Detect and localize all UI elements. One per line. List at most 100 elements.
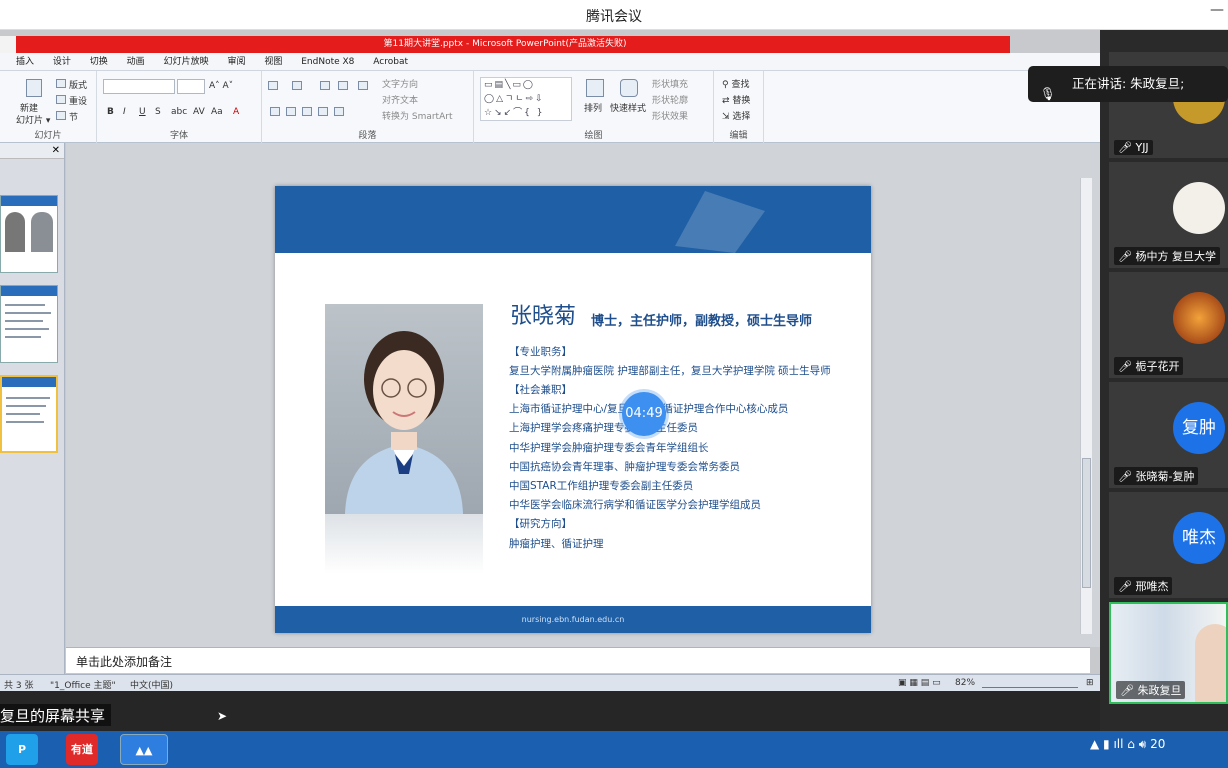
tab-view[interactable]: 视图 bbox=[264, 53, 282, 71]
align-left-icon[interactable] bbox=[270, 107, 280, 116]
bold-button[interactable]: B bbox=[107, 107, 114, 117]
zoom-slider[interactable] bbox=[982, 677, 1078, 688]
slide-line: 中华护理学会肿瘤护理专委会青年学组组长 bbox=[509, 442, 709, 454]
tab-acrobat[interactable]: Acrobat bbox=[373, 53, 408, 71]
share-bar bbox=[0, 691, 1100, 731]
participant-tile[interactable]: 复肿 🎤︎ 张晓菊-复肿 bbox=[1109, 382, 1228, 488]
watermark-logo-icon bbox=[675, 191, 765, 253]
smartart-button[interactable]: 转换为 SmartArt bbox=[382, 109, 452, 122]
shape-outline-button[interactable]: 形状轮廓 bbox=[652, 93, 688, 106]
bullets-icon[interactable] bbox=[268, 81, 278, 90]
new-slide-icon[interactable] bbox=[26, 79, 42, 97]
italic-button[interactable]: I bbox=[123, 107, 126, 117]
close-icon[interactable]: ✕ bbox=[52, 143, 60, 159]
tab-animations[interactable]: 动画 bbox=[127, 53, 145, 71]
new-slide-label: 幻灯片 ▾ bbox=[16, 116, 51, 126]
tab-insert[interactable]: 插入 bbox=[16, 53, 34, 71]
meeting-timer[interactable]: 04:49 bbox=[622, 392, 666, 436]
decrease-indent-icon[interactable] bbox=[320, 81, 330, 90]
fit-window-icon[interactable]: ⊞ bbox=[1086, 678, 1094, 688]
spacing-button[interactable]: AV bbox=[193, 107, 205, 117]
slide-line: 肿瘤护理、循证护理 bbox=[509, 538, 604, 550]
reset-button[interactable]: 重设 bbox=[69, 94, 87, 107]
align-text-button[interactable]: 对齐文本 bbox=[382, 93, 418, 106]
select-button[interactable]: ⇲ 选择 bbox=[722, 109, 750, 122]
vertical-scrollbar[interactable] bbox=[1080, 178, 1092, 634]
minimize-button[interactable]: — bbox=[1210, 2, 1224, 18]
mouse-cursor-icon: ➤ bbox=[217, 709, 228, 723]
tencent-meeting-icon[interactable]: ▲▲ bbox=[120, 734, 168, 765]
find-button[interactable]: ⚲ 查找 bbox=[722, 77, 749, 90]
slide-thumbnails-pane: ✕ bbox=[0, 143, 65, 674]
layout-button[interactable]: 版式 bbox=[69, 78, 87, 91]
shape-effects-button[interactable]: 形状效果 bbox=[652, 109, 688, 122]
slide-person-name: 张晓菊 bbox=[510, 304, 577, 329]
font-grow-button[interactable]: A˄ A˅ bbox=[209, 81, 233, 91]
participant-name: 🎤︎ 朱政复旦 bbox=[1116, 681, 1186, 699]
slide-line: 中国STAR工作组护理专委会副主任委员 bbox=[509, 480, 694, 492]
youdao-icon[interactable]: 有道 bbox=[66, 734, 98, 765]
increase-indent-icon[interactable] bbox=[338, 81, 348, 90]
participant-tile[interactable]: 🎤︎ 栀子花开 bbox=[1109, 272, 1228, 378]
notes-pane[interactable]: 单击此处添加备注 bbox=[66, 647, 1090, 673]
underline-button[interactable]: U bbox=[139, 107, 146, 117]
slide[interactable]: 张晓菊 博士，主任护师，副教授，硕士生导师 【专业职务】 复旦大学附属肿瘤医院 … bbox=[275, 186, 871, 633]
shapes-gallery[interactable]: ▭▤╲▭◯ ◯△ㄱㄴ⇨⇩ ☆↘↙⌒{ } bbox=[480, 77, 572, 121]
slide-line: 【专业职务】 bbox=[509, 346, 572, 358]
tab-endnote[interactable]: EndNote X8 bbox=[301, 53, 354, 71]
app-p-icon[interactable]: P bbox=[6, 734, 38, 765]
numbering-icon[interactable] bbox=[292, 81, 302, 90]
view-buttons[interactable]: ▣ ▦ ▤ ▭ bbox=[898, 678, 941, 688]
slide-thumbnail-2[interactable] bbox=[0, 285, 58, 363]
tab-review[interactable]: 审阅 bbox=[227, 53, 245, 71]
align-right-icon[interactable] bbox=[302, 107, 312, 116]
ribbon-group-slides: 新建 幻灯片 ▾ 版式 重设 节 幻灯片 bbox=[0, 71, 97, 143]
thumbnail-person bbox=[5, 212, 25, 252]
columns-icon[interactable] bbox=[334, 107, 344, 116]
participant-tile-active[interactable]: 🎤︎ 朱政复旦 bbox=[1109, 602, 1228, 704]
participant-tile[interactable]: 唯杰 🎤︎ 邢唯杰 bbox=[1109, 492, 1228, 598]
line-spacing-icon[interactable] bbox=[358, 81, 368, 90]
paragraph-group-label: 段落 bbox=[358, 131, 377, 141]
thumbnail-band bbox=[1, 196, 57, 206]
font-color-button[interactable]: A bbox=[233, 107, 239, 117]
tab-slideshow[interactable]: 幻灯片放映 bbox=[164, 53, 209, 71]
tab-design[interactable]: 设计 bbox=[53, 53, 71, 71]
ribbon-group-paragraph: 文字方向 对齐文本 转换为 SmartArt 段落 bbox=[262, 71, 474, 143]
layout-icon bbox=[56, 79, 66, 88]
drawing-group-label: 绘图 bbox=[584, 131, 603, 141]
replace-button[interactable]: ⇄ 替换 bbox=[722, 93, 750, 106]
text-direction-button[interactable]: 文字方向 bbox=[382, 77, 418, 90]
quick-styles-button[interactable]: 快速样式 bbox=[610, 101, 646, 114]
section-button[interactable]: 节 bbox=[69, 110, 78, 123]
shadow-button[interactable]: S bbox=[155, 107, 161, 117]
thumbnail-line bbox=[6, 413, 40, 415]
font-name-dropdown[interactable] bbox=[103, 79, 175, 94]
language: 中文(中国) bbox=[130, 681, 174, 691]
case-button[interactable]: Aa bbox=[211, 107, 223, 117]
slide-count: 共 3 张 bbox=[4, 681, 34, 691]
participant-name: 🎤︎ YJJ bbox=[1114, 140, 1153, 155]
speaking-text: 正在讲话: 朱政复旦; bbox=[1072, 76, 1185, 91]
scrollbar-thumb[interactable] bbox=[1082, 458, 1091, 588]
participant-name: 🎤︎ 邢唯杰 bbox=[1114, 577, 1173, 595]
arrange-button[interactable]: 排列 bbox=[584, 101, 602, 114]
align-center-icon[interactable] bbox=[286, 107, 296, 116]
shape-fill-button[interactable]: 形状填充 bbox=[652, 77, 688, 90]
section-icon bbox=[56, 111, 66, 120]
justify-icon[interactable] bbox=[318, 107, 328, 116]
participant-tile[interactable]: 🎤︎ 杨中方 复旦大学 bbox=[1109, 162, 1228, 268]
tab-transitions[interactable]: 切换 bbox=[90, 53, 108, 71]
font-size-dropdown[interactable] bbox=[177, 79, 205, 94]
thumbnail-line bbox=[5, 328, 49, 330]
quick-styles-icon bbox=[620, 79, 638, 97]
quick-access-toolbar[interactable] bbox=[0, 36, 16, 53]
ribbon-group-drawing: ▭▤╲▭◯ ◯△ㄱㄴ⇨⇩ ☆↘↙⌒{ } 排列 快速样式 形状填充 形状轮廓 形状效… bbox=[474, 71, 714, 143]
powerpoint-statusbar: 共 3 张 "1_Office 主题" 中文(中国) ▣ ▦ ▤ ▭ 82% ⊞ bbox=[0, 674, 1100, 691]
slide-line: 【研究方向】 bbox=[509, 518, 572, 530]
tray-icons[interactable]: ▲ ▮ ıll ⌂ 🔊︎ bbox=[1090, 737, 1150, 751]
theme-name: "1_Office 主题" bbox=[50, 681, 116, 691]
strikethrough-button[interactable]: abc bbox=[171, 107, 187, 117]
slide-thumbnail-1[interactable] bbox=[0, 195, 58, 273]
slide-thumbnail-3[interactable] bbox=[0, 375, 58, 453]
